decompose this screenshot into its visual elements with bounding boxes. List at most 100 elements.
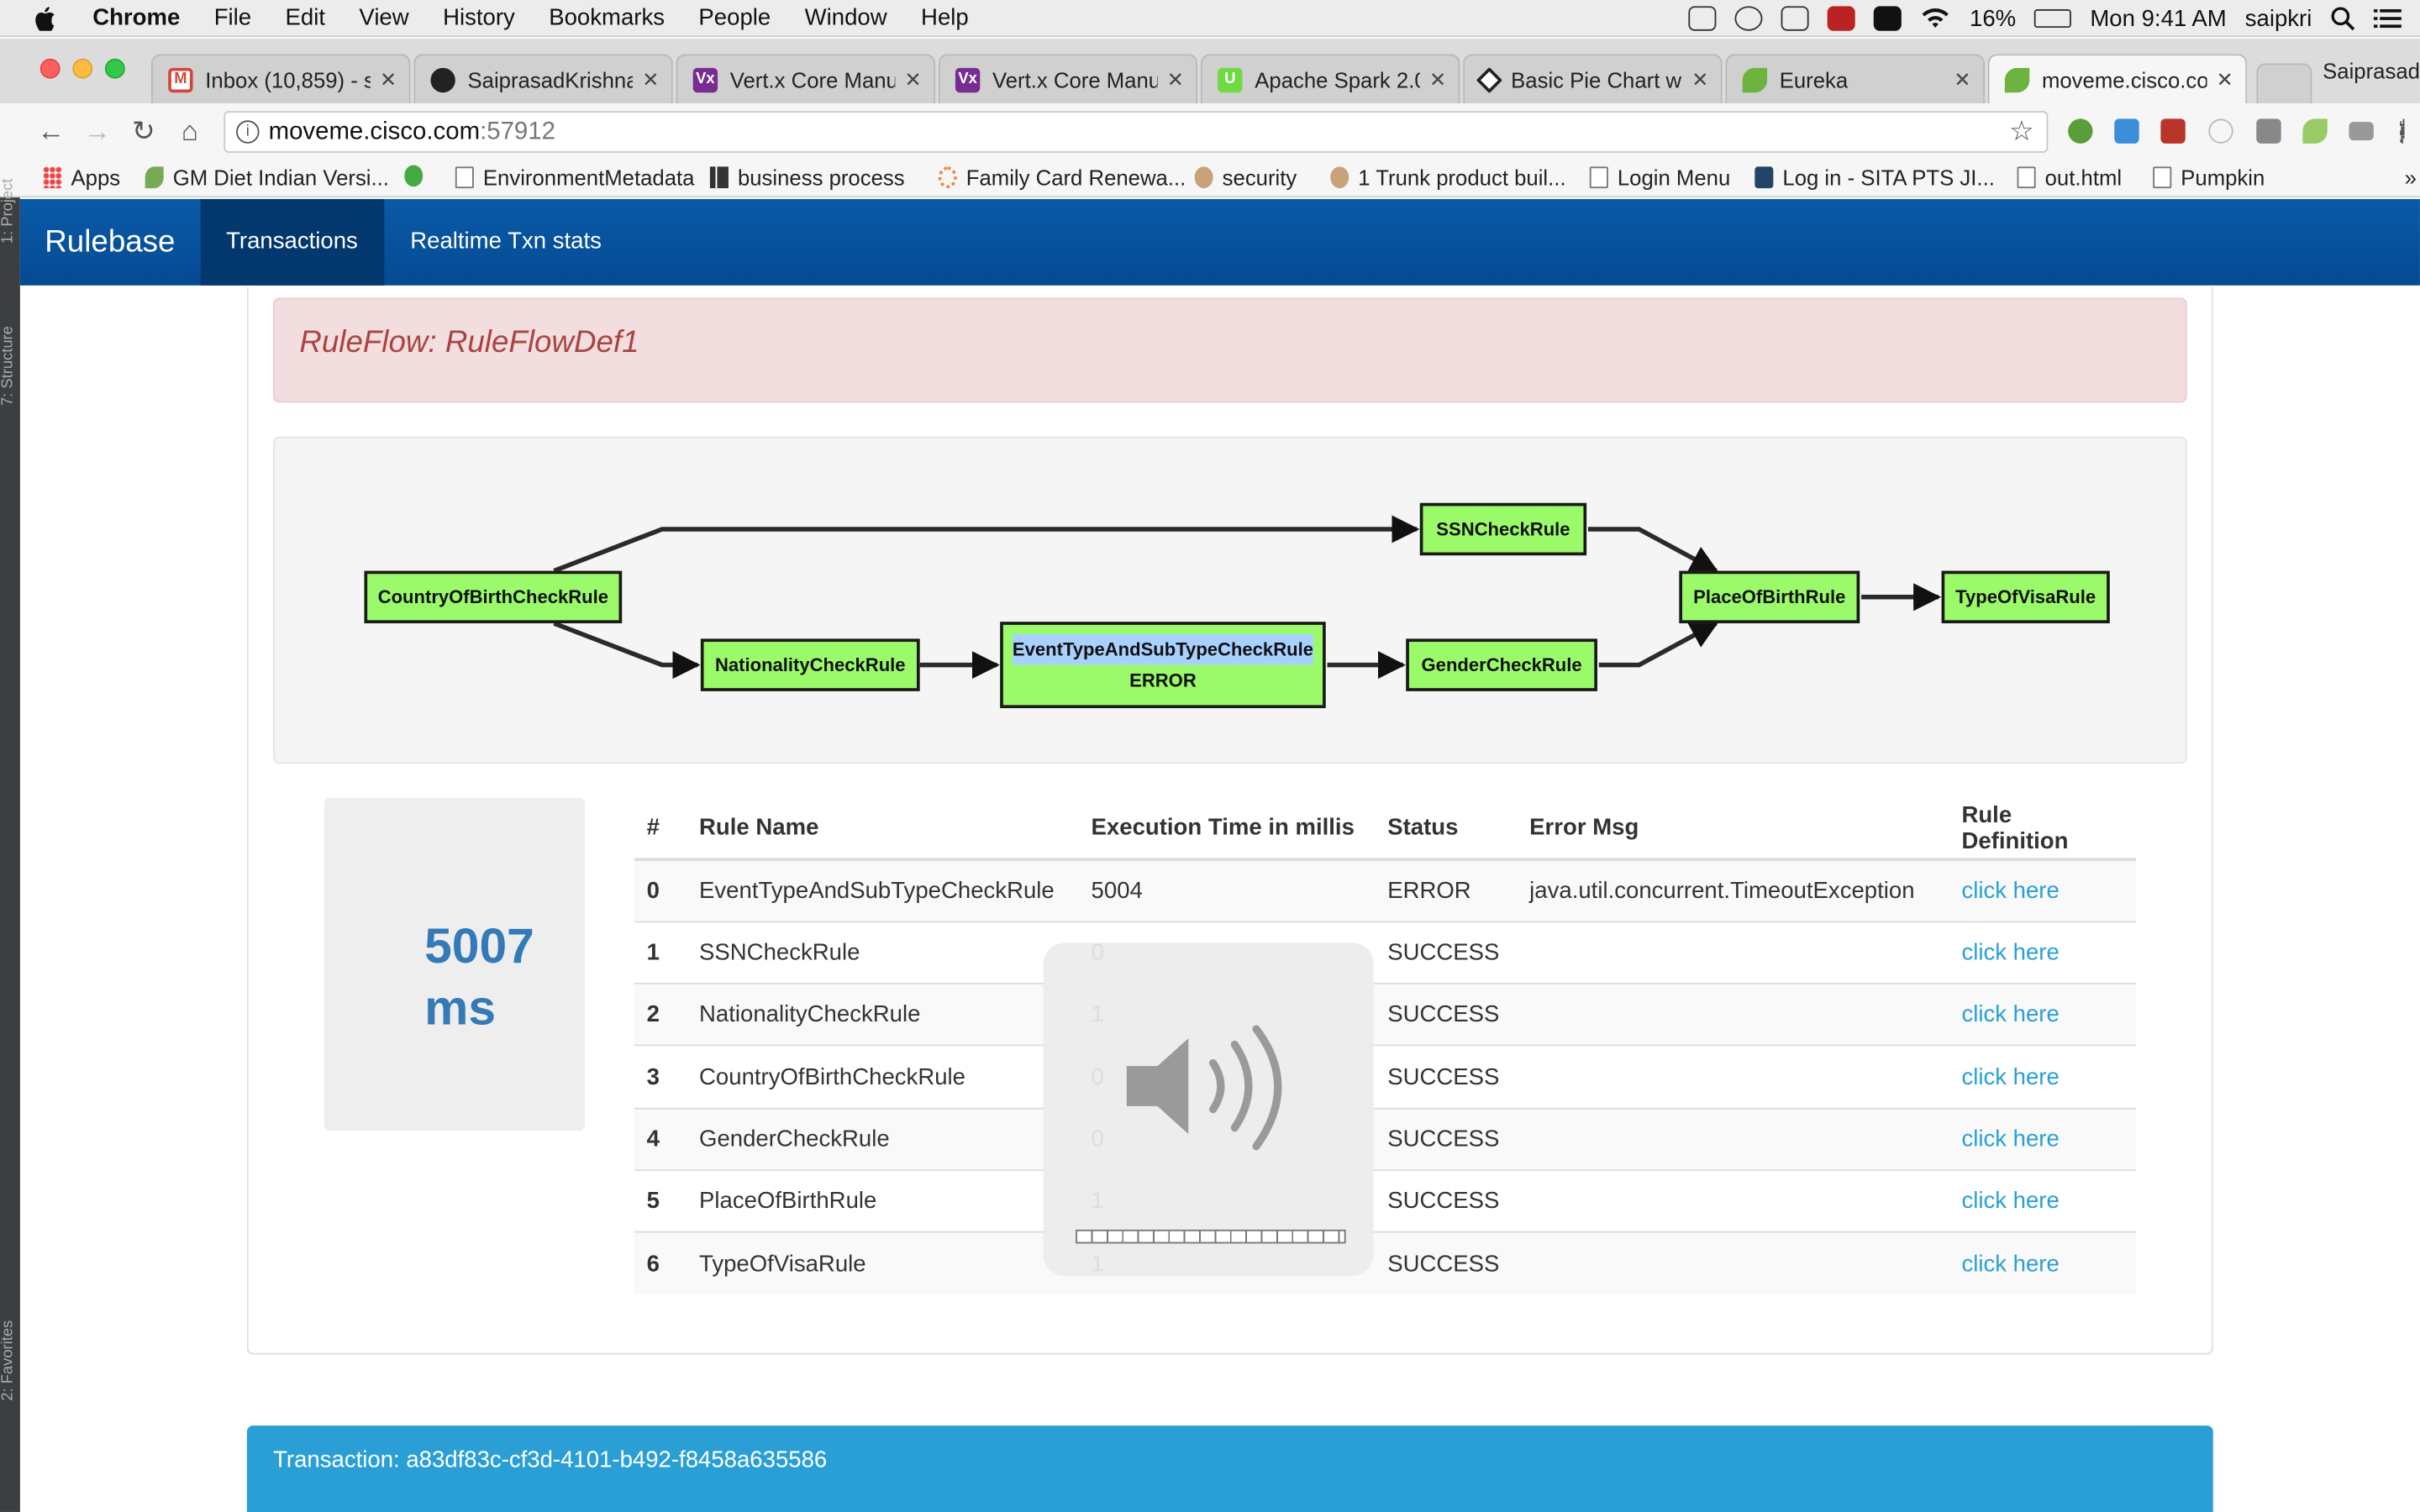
bookmark-item[interactable]: out.html [2017, 165, 2122, 190]
flow-node-nationality[interactable]: NationalityCheckRule [700, 638, 920, 691]
bookmark-item[interactable]: business process [709, 165, 905, 190]
transaction-header[interactable]: Transaction: a83df83c-cf3d-4101-b492-f84… [246, 1425, 2213, 1512]
edge-ssn-place [1587, 527, 1719, 574]
node-label: TypeOfVisaRule [1955, 585, 2096, 608]
browser-tab[interactable]: U Apache Spark 2.0 ✕ [1200, 54, 1460, 104]
rule-definition-link[interactable]: click here [1961, 1188, 2059, 1214]
profile-name[interactable]: Saiprasad [2323, 59, 2420, 83]
rule-definition-link[interactable]: click here [1961, 1251, 2059, 1277]
window-minimize-button[interactable] [72, 58, 93, 79]
menu-file[interactable]: File [214, 5, 251, 31]
browser-tab[interactable]: Vx Vert.x Core Manua ✕ [938, 54, 1198, 104]
forward-arrow-icon[interactable]: → [74, 115, 120, 148]
extension-camera-icon[interactable] [2349, 122, 2374, 141]
extension-circle-icon[interactable] [2208, 118, 2233, 144]
tab-close-icon[interactable]: ✕ [1429, 67, 1446, 92]
bookmark-item[interactable]: GM Diet Indian Versi... [145, 165, 389, 190]
bookmark-star-icon[interactable]: ☆ [2009, 116, 2034, 149]
flow-node-country-of-birth[interactable]: CountryOfBirthCheckRule [364, 570, 623, 624]
wifi-icon[interactable] [1920, 6, 1951, 30]
bookmark-item[interactable]: 1 Trunk product buil... [1330, 165, 1566, 190]
menu-edit[interactable]: Edit [286, 5, 325, 31]
bookmark-item[interactable]: security [1194, 165, 1297, 190]
url-port: :57912 [480, 118, 555, 144]
bookmark-label: GM Diet Indian Versi... [172, 165, 389, 190]
extension-leaf-icon[interactable] [2068, 118, 2093, 144]
ide-structure-tab[interactable]: 7: Structure [0, 282, 20, 406]
site-info-icon[interactable]: i [236, 120, 260, 144]
menubar-clock[interactable]: Mon 9:41 AM [2090, 5, 2226, 31]
tab-close-icon[interactable]: ✕ [1167, 67, 1184, 92]
window-close-button[interactable] [39, 58, 60, 79]
rule-definition-link[interactable]: click here [1961, 1126, 2059, 1152]
ide-project-tab[interactable]: 1: Project [0, 151, 20, 244]
vertx-icon: Vx [692, 66, 718, 92]
menu-people[interactable]: People [698, 5, 771, 31]
tab-title: Basic Pie Chart wi [1511, 66, 1683, 92]
rule-definition-link[interactable]: click here [1961, 1063, 2059, 1089]
tab-close-icon[interactable]: ✕ [1691, 67, 1708, 92]
status-tray: 16% Mon 9:41 AM saipkri [1688, 0, 2402, 37]
menu-window[interactable]: Window [805, 5, 887, 31]
bookmark-item[interactable] [404, 165, 432, 187]
bookmark-item[interactable]: Login Menu [1589, 165, 1730, 190]
browser-tab[interactable]: SaiprasadKrishnan ✕ [413, 54, 673, 104]
nav-realtime-txn-stats[interactable]: Realtime Txn stats [384, 199, 628, 286]
menu-bookmarks[interactable]: Bookmarks [549, 5, 665, 31]
flow-node-ssn[interactable]: SSNCheckRule [1419, 502, 1587, 556]
extension-shield-icon[interactable] [2256, 118, 2281, 144]
menu-help[interactable]: Help [921, 5, 969, 31]
bookmarks-overflow-icon[interactable]: » [2405, 165, 2417, 190]
flow-node-eventtype-error[interactable]: EventTypeAndSubTypeCheckRule ERROR [1000, 622, 1326, 709]
menu-history[interactable]: History [443, 5, 515, 31]
chrome-menu-icon[interactable] [2400, 118, 2406, 144]
extension-feather-icon[interactable] [2302, 118, 2328, 144]
apple-logo-icon[interactable] [34, 5, 55, 30]
extension-selenium-icon[interactable] [2160, 118, 2186, 144]
flow-node-gender[interactable]: GenderCheckRule [1406, 638, 1597, 691]
flow-node-type-of-visa[interactable]: TypeOfVisaRule [1941, 570, 2110, 624]
tab-close-icon[interactable]: ✕ [2217, 67, 2233, 92]
browser-tab[interactable]: M Inbox (10,859) - s ✕ [150, 54, 411, 104]
flow-node-place-of-birth[interactable]: PlaceOfBirthRule [1679, 570, 1860, 624]
creative-cloud-icon[interactable] [1734, 6, 1763, 31]
address-bar[interactable]: i moveme.cisco.com:57912 ☆ [224, 111, 2049, 153]
bookmark-item[interactable]: EnvironmentMetadata [455, 165, 694, 190]
menu-app-name[interactable]: Chrome [92, 5, 180, 31]
new-tab-button[interactable] [2256, 63, 2312, 104]
browser-tab[interactable]: Vx Vert.x Core Manua ✕ [676, 54, 936, 104]
tab-close-icon[interactable]: ✕ [380, 67, 397, 92]
cloud-sync-icon[interactable] [1781, 6, 1810, 31]
nav-transactions[interactable]: Transactions [199, 198, 385, 286]
battery-charging-icon[interactable] [2034, 9, 2072, 29]
spotlight-search-icon[interactable] [2330, 6, 2355, 31]
tab-close-icon[interactable]: ✕ [642, 67, 659, 92]
mcafee-shield-icon[interactable] [1828, 6, 1856, 31]
rule-definition-link[interactable]: click here [1961, 1001, 2059, 1027]
bookmark-item[interactable]: Log in - SITA PTS JI... [1754, 165, 1995, 190]
rule-definition-link[interactable]: click here [1961, 939, 2059, 965]
browser-tab-active[interactable]: moveme.cisco.con ✕ [1987, 54, 2248, 104]
notification-center-icon[interactable] [2373, 6, 2402, 30]
navbar-brand[interactable]: Rulebase [20, 199, 200, 286]
menubar-user[interactable]: saipkri [2245, 5, 2312, 31]
home-icon[interactable]: ⌂ [166, 115, 213, 148]
back-arrow-icon[interactable]: ← [28, 115, 74, 148]
tab-close-icon[interactable]: ✕ [1954, 67, 1970, 92]
checklist-icon[interactable] [1688, 6, 1717, 31]
bookmark-item[interactable]: Family Card Renewa... [938, 165, 1186, 190]
extension-flipboard-icon[interactable] [2114, 118, 2139, 144]
meter-icon[interactable] [1874, 6, 1902, 31]
reload-icon[interactable]: ↻ [120, 115, 166, 148]
bookmark-item[interactable]: Pumpkin [2153, 165, 2265, 190]
tab-title: Apache Spark 2.0 [1255, 66, 1420, 92]
window-zoom-button[interactable] [104, 58, 125, 79]
cell-rule-name: SSNCheckRule [687, 921, 1079, 984]
ide-favorites-tab[interactable]: 2: Favorites [0, 1278, 20, 1401]
browser-tab[interactable]: Basic Pie Chart wi ✕ [1463, 54, 1723, 104]
rule-definition-link[interactable]: click here [1961, 878, 2059, 904]
menu-view[interactable]: View [359, 5, 408, 31]
browser-tab[interactable]: Eureka ✕ [1725, 54, 1985, 104]
bookmark-apps[interactable]: Apps [43, 165, 120, 190]
tab-close-icon[interactable]: ✕ [904, 67, 921, 92]
